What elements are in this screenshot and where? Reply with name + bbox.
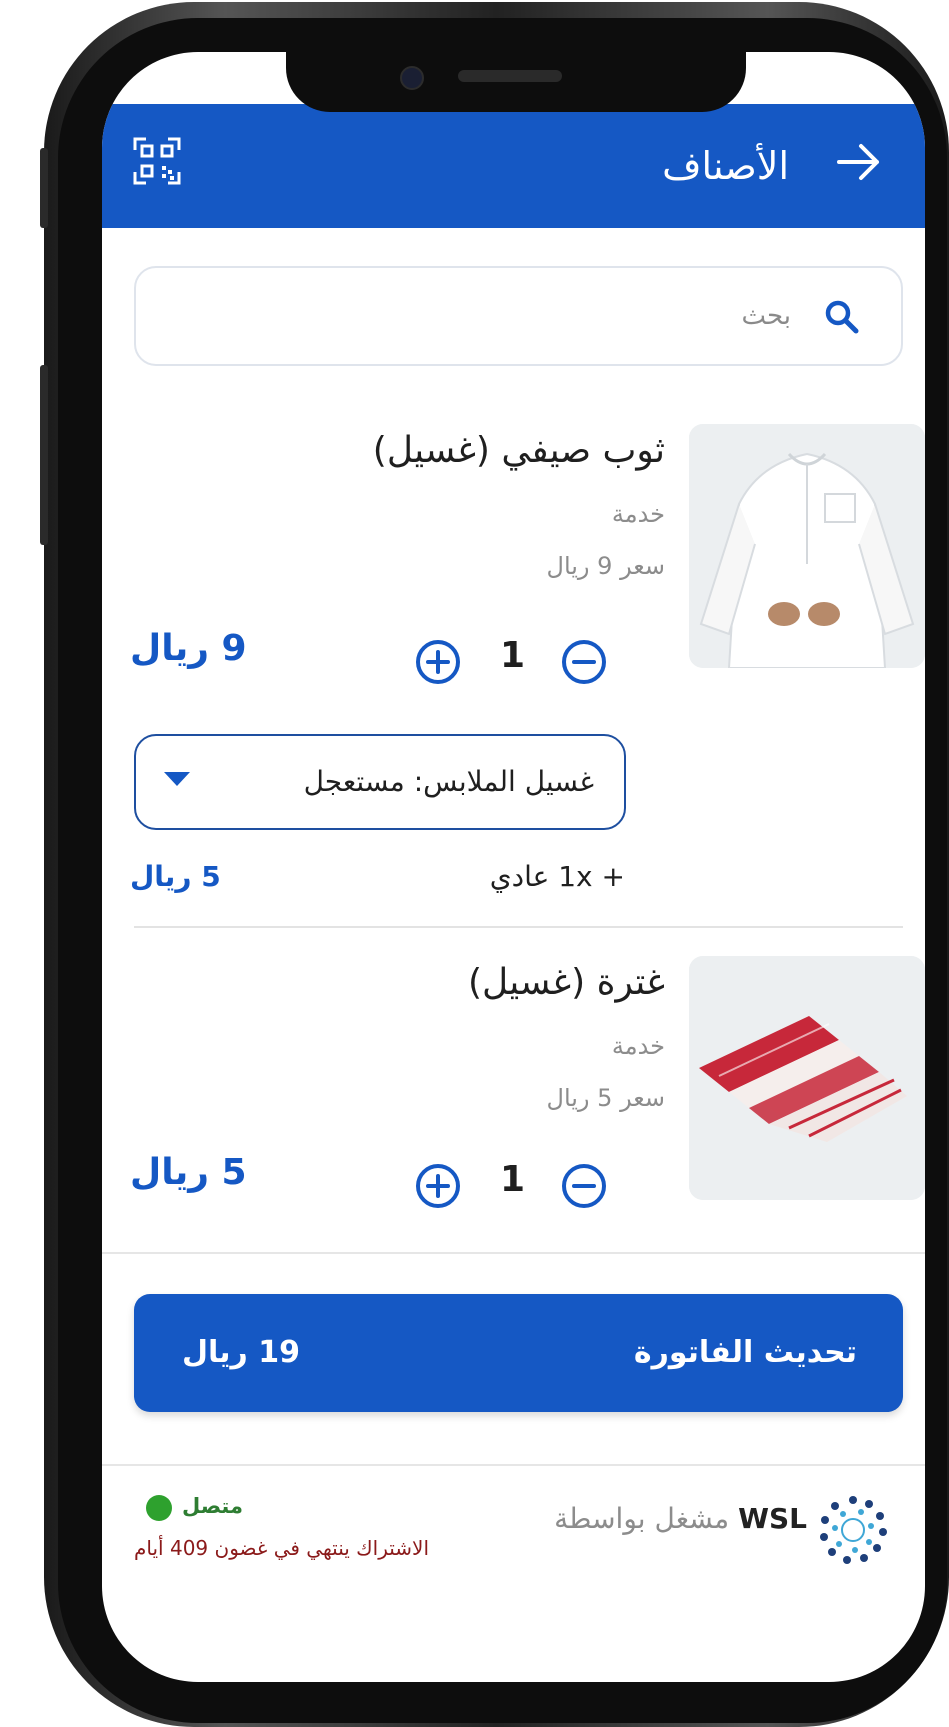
item-type: خدمة <box>611 1032 665 1060</box>
item-quantity: 1 <box>500 635 526 676</box>
app-bar: الأصناف <box>102 104 925 228</box>
powered-by-label: مشغل بواسطة <box>554 1502 730 1535</box>
invoice-total: 19 ريال <box>182 1335 301 1370</box>
increase-quantity-button[interactable] <box>414 638 462 686</box>
item-image-ghutra <box>689 956 925 1200</box>
side-button <box>40 148 48 228</box>
search-icon <box>823 298 861 336</box>
increase-quantity-button[interactable] <box>414 1162 462 1210</box>
speaker <box>458 70 562 82</box>
subscription-notice: الاشتراك ينتهي في غضون 409 أيام <box>134 1536 429 1560</box>
footer-divider <box>102 1464 925 1466</box>
addon-line: + 1x عادي <box>489 860 625 893</box>
item-total: 9 ريال <box>130 628 247 669</box>
search-input[interactable]: بحث <box>134 266 903 366</box>
decrease-quantity-button[interactable] <box>560 638 608 686</box>
item-quantity: 1 <box>500 1159 526 1200</box>
item-total: 5 ريال <box>130 1152 247 1193</box>
notch <box>286 52 746 112</box>
powered-by: WSL مشغل بواسطة <box>554 1502 807 1535</box>
qr-scan-icon[interactable] <box>132 136 182 186</box>
item-unit-price: سعر 5 ريال <box>546 1084 666 1112</box>
addon-price: 5 ريال <box>130 860 221 893</box>
update-invoice-button[interactable]: تحديث الفاتورة 19 ريال <box>134 1294 903 1412</box>
item-name: غترة (غسيل) <box>467 962 665 1003</box>
update-invoice-label: تحديث الفاتورة <box>633 1335 857 1370</box>
app-screen: الأصناف بحث ثوب صيفي (غسيل) خدمة سعر 9 ر… <box>102 52 925 1682</box>
arrow-right-icon[interactable] <box>831 134 887 190</box>
page-title: الأصناف <box>662 144 789 188</box>
item-divider <box>134 926 903 928</box>
brand-name: WSL <box>738 1502 807 1535</box>
search-placeholder: بحث <box>741 301 791 331</box>
item-unit-price: سعر 9 ريال <box>546 552 666 580</box>
side-button <box>40 365 48 545</box>
item-name: ثوب صيفي (غسيل) <box>372 430 665 471</box>
item-image-thobe <box>689 424 925 668</box>
list-end-divider <box>102 1252 925 1254</box>
item-type: خدمة <box>611 500 665 528</box>
camera-icon <box>400 66 424 90</box>
chevron-down-icon <box>164 772 190 786</box>
connection-status: متصل <box>182 1494 244 1518</box>
decrease-quantity-button[interactable] <box>560 1162 608 1210</box>
online-status-dot <box>146 1495 172 1521</box>
wsl-logo-icon <box>817 1494 889 1566</box>
addon-select-value: غسيل الملابس: مستعجل <box>303 765 594 798</box>
addon-select[interactable]: غسيل الملابس: مستعجل <box>134 734 626 830</box>
